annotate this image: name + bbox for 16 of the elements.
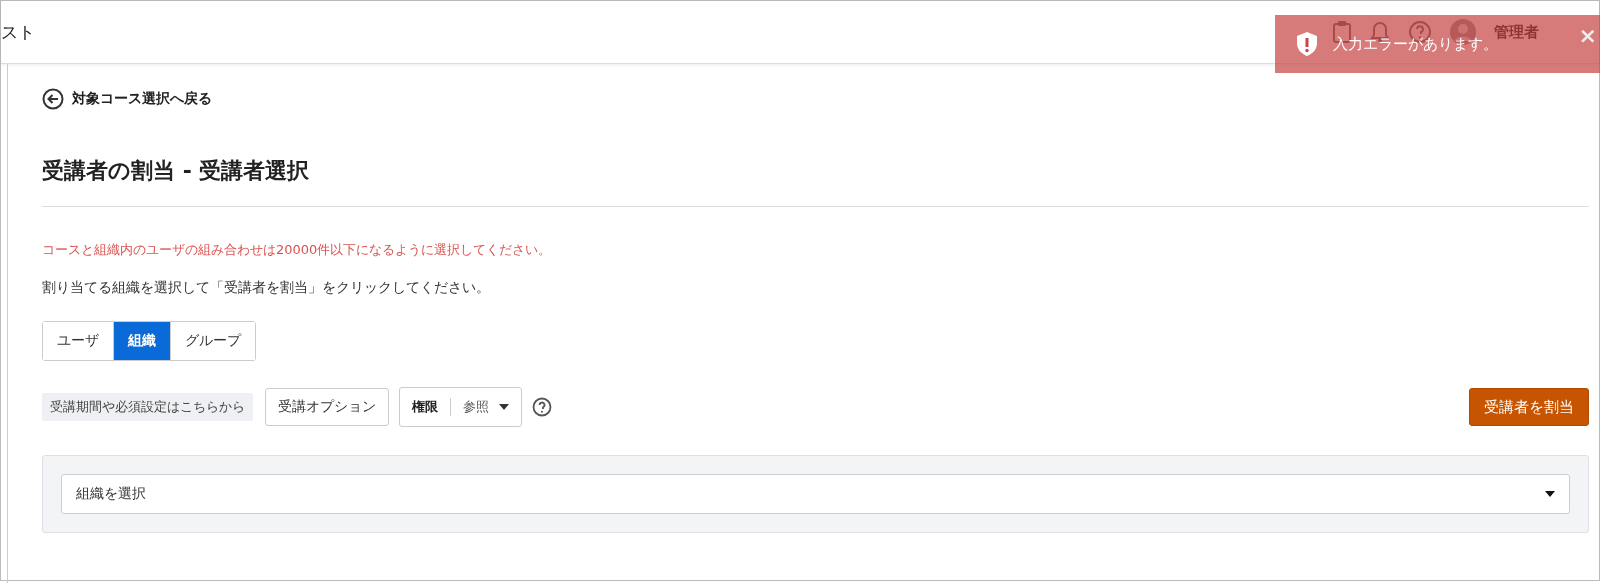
caret-icon [499, 404, 509, 410]
organization-select[interactable]: 組織を選択 [61, 474, 1570, 514]
instruction-text: 割り当てる組織を選択して「受講者を割当」をクリックしてください。 [42, 279, 491, 297]
page-title: 受講者の割当 - 受講者選択 [42, 156, 1589, 207]
app-title: スト [1, 20, 36, 44]
options-hint: 受講期間や必須設定はこちらから [42, 393, 253, 421]
back-link[interactable]: 対象コース選択へ戻る [42, 84, 1589, 114]
tab[interactable]: 組織 [114, 322, 171, 360]
options-button[interactable]: 受講オプション [265, 388, 389, 426]
permission-dropdown[interactable]: 権限 参照 [399, 387, 522, 427]
caret-icon [1545, 491, 1555, 497]
error-message: コースと組織内のユーザの組み合わせは20000件以下になるように選択してください。 [42, 241, 553, 259]
shield-alert-icon [1295, 31, 1319, 57]
assign-button[interactable]: 受講者を割当 [1469, 388, 1589, 426]
tab[interactable]: ユーザ [43, 322, 114, 360]
help-icon[interactable] [532, 397, 552, 417]
